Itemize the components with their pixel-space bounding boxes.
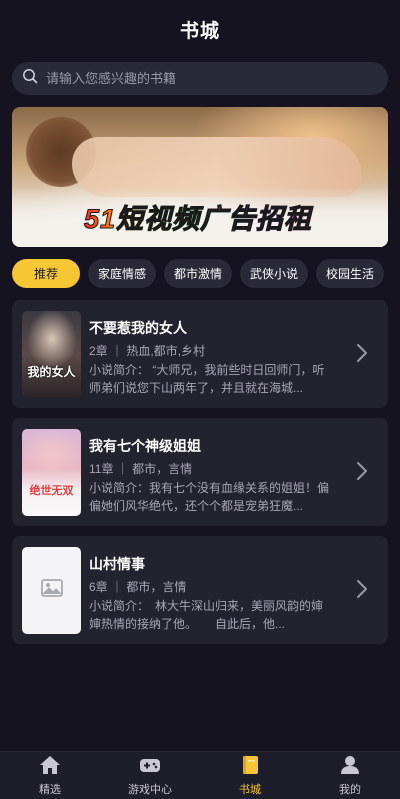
book-meta: 6章 ｜ 都市，言情 [89, 580, 187, 594]
tab-featured[interactable]: 精选 [0, 752, 100, 799]
book-card[interactable]: 山村情事 6章 ｜ 都市，言情 小说简介： 林大牛深山归来，美丽风韵的婶婶热情的… [12, 536, 388, 644]
book-description: 小说简介：我有七个没有血缘关系的姐姐！偏偏她们风华绝代，还个个都是宠弟狂魔... [89, 481, 329, 513]
page-title: 书城 [179, 20, 220, 42]
tab-mine[interactable]: 我的 [300, 752, 400, 799]
ad-banner[interactable]: 51短视频广告招租 [12, 107, 388, 247]
gamepad-icon [139, 755, 161, 778]
banner-ad-text: 51短视频广告招租 [83, 197, 312, 236]
chevron-right-icon [356, 461, 368, 486]
tab-game-center[interactable]: 游戏中心 [100, 752, 200, 799]
cover-title: 我的女人 [27, 365, 76, 379]
category-tab-wuxia[interactable]: 武侠小说 [240, 259, 309, 288]
tab-label: 游戏中心 [128, 783, 172, 796]
search-icon [22, 68, 38, 89]
image-placeholder-icon [40, 579, 63, 602]
book-card[interactable]: 绝世无双 我有七个神级姐姐 11章 ｜ 都市，言情 小说简介：我有七个没有血缘关… [12, 418, 388, 526]
search-bar[interactable] [12, 62, 388, 95]
home-icon [39, 755, 61, 778]
app-screen: 书城 51短视频广告招租 推荐 家庭情感 都市激情 武侠小说 校园生活 我的女人… [0, 0, 400, 799]
user-icon [340, 755, 360, 778]
cover-title: 绝世无双 [29, 485, 74, 497]
tab-label: 精选 [39, 783, 61, 796]
book-card[interactable]: 我的女人 不要惹我的女人 2章 ｜ 热血,都市,乡村 小说简介： “大师兄，我前… [12, 300, 388, 408]
book-description: 小说简介： “大师兄，我前些时日回师门，听师弟们说您下山两年了，并且就在海城..… [89, 363, 325, 395]
bottom-tab-bar: 精选 游戏中心 书城 我的 [0, 751, 400, 799]
category-tabs: 推荐 家庭情感 都市激情 武侠小说 校园生活 [12, 259, 388, 289]
tab-label: 我的 [339, 783, 361, 796]
category-tab-recommended[interactable]: 推荐 [12, 259, 80, 288]
category-tab-campus[interactable]: 校园生活 [316, 259, 385, 288]
page-header: 书城 [0, 0, 400, 58]
tab-bookstore[interactable]: 书城 [200, 752, 300, 799]
tab-label: 书城 [239, 783, 261, 796]
book-title: 山村情事 [89, 556, 145, 572]
category-tab-urban[interactable]: 都市激情 [164, 259, 233, 288]
book-meta: 11章 ｜ 都市，言情 [89, 462, 193, 476]
chevron-right-icon [356, 579, 368, 604]
search-input[interactable] [46, 71, 388, 86]
book-title: 我有七个神级姐姐 [89, 438, 201, 454]
book-cover-placeholder [22, 547, 81, 634]
book-cover: 绝世无双 [22, 429, 81, 516]
chevron-right-icon [356, 343, 368, 368]
book-cover: 我的女人 [22, 311, 81, 398]
book-description: 小说简介： 林大牛深山归来，美丽风韵的婶婶热情的接纳了他。 自此后，他... [89, 599, 324, 631]
book-title: 不要惹我的女人 [89, 320, 187, 336]
book-meta: 2章 ｜ 热血,都市,乡村 [89, 344, 206, 358]
category-tab-family[interactable]: 家庭情感 [88, 259, 157, 288]
book-icon [240, 755, 260, 778]
